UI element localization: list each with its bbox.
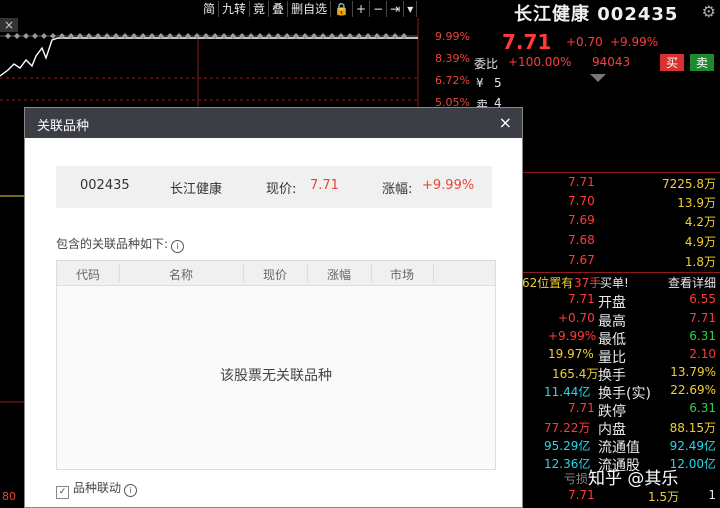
stock-title: 长江健康 002435	[514, 4, 679, 25]
pct-label: 涨幅:	[382, 182, 413, 197]
price-change-pct: +9.99%	[610, 35, 659, 49]
bottom-axis-label: 80	[2, 490, 16, 503]
related-list-label: 包含的关联品种如下: i	[56, 235, 185, 253]
info-icon[interactable]: i	[171, 240, 185, 253]
toolbar-jing[interactable]: 竟	[250, 1, 270, 17]
column-header-name[interactable]: 名称	[119, 266, 243, 283]
column-divider	[433, 264, 434, 282]
price-change: +0.70	[566, 35, 603, 49]
dialog-title: 关联品种	[37, 119, 90, 134]
chart-toolbar: 简 九转 竟 叠 删自选 🔒 + − ⇥ ▾	[200, 0, 472, 18]
collapse-arrow-icon[interactable]	[590, 74, 606, 82]
pct-axis-label: 6.72%	[435, 74, 470, 87]
dropdown-icon[interactable]: ▾	[404, 1, 418, 17]
toolbar-simple[interactable]: 简	[200, 1, 220, 17]
linkage-label: 品种联动	[73, 481, 122, 495]
toolbar-jiuzhuan[interactable]: 九转	[219, 1, 251, 17]
info-icon[interactable]: i	[124, 484, 138, 497]
pct-axis-label: 9.99%	[435, 30, 470, 43]
pct-axis-label: 8.39%	[435, 52, 470, 65]
column-header-change[interactable]: 涨幅	[307, 266, 371, 283]
weibi-label: 委比	[474, 57, 499, 71]
stock-info-bar: 002435 长江健康 现价: 7.71 涨幅: +9.99%	[56, 166, 492, 208]
related-table: 代码 名称 现价 涨幅 市场 该股票无关联品种	[56, 260, 496, 470]
buy-button[interactable]: 买	[660, 54, 685, 71]
weibi-value: +100.00%	[508, 55, 572, 69]
limit-up-marker	[14, 33, 20, 39]
watermark-text: 知乎 @其乐	[588, 469, 679, 489]
stock-code: 002435	[80, 178, 130, 193]
limit-up-marker	[23, 33, 29, 39]
toolbar-overlay[interactable]: 叠	[269, 1, 289, 17]
pct-value: +9.99%	[422, 178, 475, 193]
related-products-dialog: 关联品种 × 002435 长江健康 现价: 7.71 涨幅: +9.99% 包…	[24, 107, 523, 508]
limit-up-marker	[5, 33, 11, 39]
lock-icon[interactable]: 🔒	[331, 1, 354, 17]
linkage-checkbox[interactable]: ✓	[56, 486, 69, 499]
stock-name: 长江健康	[170, 182, 223, 197]
table-header: 代码 名称 现价 涨幅 市场	[57, 261, 495, 286]
weibi-row: 委比 +100.00% 94043 买 卖	[472, 54, 720, 72]
limit-up-marker	[41, 33, 47, 39]
sell-button[interactable]: 卖	[690, 54, 715, 71]
column-header-price[interactable]: 现价	[243, 266, 307, 283]
current-price: 7.71	[502, 30, 552, 54]
empty-state-message: 该股票无关联品种	[220, 368, 332, 384]
plus-icon[interactable]: +	[353, 1, 371, 17]
price-line	[0, 37, 418, 77]
price-value: 7.71	[310, 178, 339, 193]
price-label: 现价:	[266, 182, 297, 197]
minus-icon[interactable]: −	[370, 1, 388, 17]
partial-label: 亏损	[564, 472, 589, 486]
weibi-volume: 94043	[592, 55, 631, 69]
jump-end-icon[interactable]: ⇥	[387, 1, 405, 17]
close-icon[interactable]: ×	[499, 113, 512, 132]
toolbar-remove-watchlist[interactable]: 删自选	[288, 1, 332, 17]
limit-up-marker	[50, 33, 56, 39]
gear-icon[interactable]: ⚙	[702, 2, 716, 21]
dialog-header[interactable]: 关联品种 ×	[25, 108, 522, 138]
view-detail-link[interactable]: 查看详细	[668, 274, 716, 291]
product-linkage-toggle[interactable]: ✓ 品种联动 i	[56, 479, 138, 499]
column-header-market[interactable]: 市场	[371, 266, 433, 283]
column-header-code[interactable]: 代码	[57, 266, 119, 283]
limit-up-marker	[32, 33, 38, 39]
